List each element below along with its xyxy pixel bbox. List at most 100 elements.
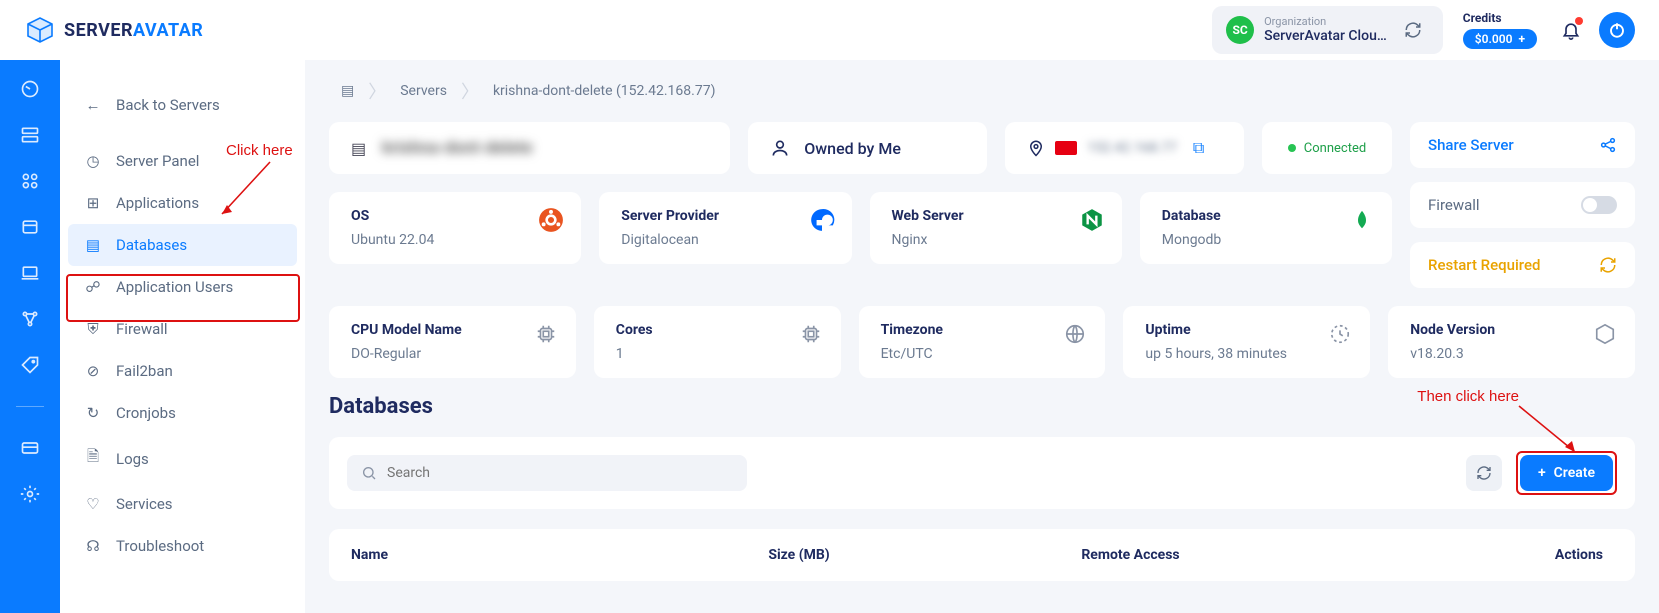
- server-icon: ▤: [351, 139, 366, 158]
- ubuntu-icon: [537, 206, 565, 234]
- credits-block: Credits $0.000 +: [1463, 11, 1537, 49]
- sidebar-item-databases[interactable]: ▤Databases: [68, 224, 297, 266]
- icon-rail: [0, 60, 60, 613]
- plus-icon: +: [1538, 465, 1546, 481]
- org-label: Organization: [1264, 16, 1387, 28]
- breadcrumb-servers[interactable]: Servers: [400, 83, 447, 99]
- sidebar-item-cronjobs[interactable]: ↻Cronjobs: [60, 392, 305, 434]
- digitalocean-icon: [808, 206, 836, 234]
- cpu-icon: [797, 320, 825, 348]
- status-card: Connected: [1262, 122, 1392, 174]
- nodejs-icon: [1591, 320, 1619, 348]
- rail-db-icon[interactable]: [19, 216, 41, 238]
- sidebar-item-services[interactable]: ♡ Services: [60, 483, 305, 525]
- arrow-left-icon: ←: [84, 96, 102, 114]
- sidebar-item-label: Applications: [116, 194, 199, 212]
- share-server-button[interactable]: Share Server: [1410, 122, 1635, 168]
- info-value: Digitalocean: [621, 232, 829, 248]
- sidebar-item-app-users[interactable]: ☍Application Users: [60, 266, 305, 308]
- rail-tag-icon[interactable]: [19, 354, 41, 376]
- sidebar-item-label: Fail2ban: [116, 362, 173, 380]
- credits-value: $0.000: [1475, 32, 1513, 46]
- brand-part2: AVATAR: [133, 20, 203, 41]
- refresh-button[interactable]: [1466, 455, 1502, 491]
- restart-required-button[interactable]: Restart Required: [1410, 242, 1635, 288]
- power-button[interactable]: [1599, 12, 1635, 48]
- rail-settings-icon[interactable]: [19, 483, 41, 505]
- stat-card-timezone: Timezone Etc/UTC: [859, 306, 1106, 378]
- stat-grid: CPU Model Name DO-Regular Cores 1 Timezo…: [329, 306, 1635, 378]
- annotation-box-create: + Create: [1516, 451, 1617, 495]
- gauge-icon: ◷: [84, 152, 102, 170]
- headset-icon: ☊: [84, 537, 102, 555]
- brand-logo[interactable]: SERVERAVATAR: [24, 14, 203, 46]
- sidebar-back[interactable]: ← Back to Servers: [60, 84, 305, 126]
- rail-apps-icon[interactable]: [19, 170, 41, 192]
- notifications-button[interactable]: [1555, 14, 1587, 46]
- share-label: Share Server: [1428, 136, 1514, 154]
- sidebar-item-label: Application Users: [116, 278, 233, 296]
- right-actions-column: Share Server Firewall Restart Required: [1410, 122, 1635, 288]
- ban-icon: ⊘: [84, 362, 102, 380]
- sidebar-item-applications[interactable]: ⊞Applications: [60, 182, 305, 224]
- rail-dashboard-icon[interactable]: [19, 78, 41, 100]
- stat-value: 1: [616, 346, 819, 362]
- sidebar-item-server-panel[interactable]: ◷Server Panel: [60, 140, 305, 182]
- info-title: Database: [1162, 208, 1370, 224]
- shield-icon: ⛨: [84, 320, 102, 338]
- sidebar-item-label: Databases: [116, 236, 187, 254]
- server-cube-icon: [24, 14, 56, 46]
- create-button[interactable]: + Create: [1520, 455, 1613, 491]
- rail-servers-icon[interactable]: [19, 124, 41, 146]
- sidebar-item-firewall[interactable]: ⛨Firewall: [60, 308, 305, 350]
- organization-switcher[interactable]: SC Organization ServerAvatar Clou…: [1212, 6, 1443, 54]
- file-icon: 🗎: [84, 446, 102, 471]
- sidebar-item-troubleshoot[interactable]: ☊Troubleshoot: [60, 525, 305, 567]
- table-header: Name Size (MB) Remote Access Actions: [329, 529, 1635, 581]
- stat-value: v18.20.3: [1410, 346, 1613, 362]
- toggle-switch[interactable]: [1581, 196, 1617, 214]
- ip-card: 152.42.168.77 ⧉: [1005, 122, 1244, 174]
- section-heading: Databases: [329, 394, 1635, 419]
- mongodb-icon: [1348, 206, 1376, 234]
- copy-icon[interactable]: ⧉: [1193, 138, 1204, 158]
- refresh-icon[interactable]: [1397, 14, 1429, 46]
- stat-title: CPU Model Name: [351, 322, 554, 338]
- server-name: krishna-dont-delete: [382, 138, 532, 158]
- search-input[interactable]: [387, 465, 733, 481]
- info-value: Nginx: [892, 232, 1100, 248]
- stat-card-cpu-model: CPU Model Name DO-Regular: [329, 306, 576, 378]
- ip-text: 152.42.168.77: [1087, 140, 1177, 156]
- search-field[interactable]: [347, 455, 747, 491]
- stat-title: Uptime: [1145, 322, 1348, 338]
- sidebar-item-fail2ban[interactable]: ⊘ Fail2ban: [60, 350, 305, 392]
- status-badge: Connected: [1288, 141, 1366, 156]
- share-icon: [1599, 136, 1617, 154]
- stat-value: up 5 hours, 38 minutes: [1145, 346, 1348, 362]
- sidebar-item-logs[interactable]: 🗎 Logs: [60, 434, 305, 483]
- col-actions: Actions: [1394, 547, 1613, 563]
- breadcrumb-current: krishna-dont-delete (152.42.168.77): [493, 83, 716, 99]
- flag-icon: [1055, 141, 1077, 155]
- sidebar-item-label: Logs: [116, 450, 149, 468]
- refresh-icon: ↻: [84, 404, 102, 422]
- list-icon: ▤: [341, 83, 354, 99]
- chevron-right-icon: 〉: [461, 78, 479, 104]
- stat-title: Cores: [616, 322, 819, 338]
- rail-network-icon[interactable]: [19, 308, 41, 330]
- rail-laptop-icon[interactable]: [19, 262, 41, 284]
- stat-card-uptime: Uptime up 5 hours, 38 minutes: [1123, 306, 1370, 378]
- heart-icon: ♡: [84, 495, 102, 513]
- firewall-toggle-row[interactable]: Firewall: [1410, 182, 1635, 228]
- info-value: Ubuntu 22.04: [351, 232, 559, 248]
- rail-billing-icon[interactable]: [19, 437, 41, 459]
- sidebar-item-label: Services: [116, 495, 173, 513]
- nginx-icon: [1078, 206, 1106, 234]
- credits-pill[interactable]: $0.000 +: [1463, 29, 1537, 49]
- credits-label: Credits: [1463, 11, 1537, 25]
- col-size: Size (MB): [768, 547, 1081, 563]
- status-text: Connected: [1304, 141, 1366, 156]
- col-name: Name: [351, 547, 768, 563]
- create-label: Create: [1554, 465, 1595, 481]
- refresh-icon: [1599, 256, 1617, 274]
